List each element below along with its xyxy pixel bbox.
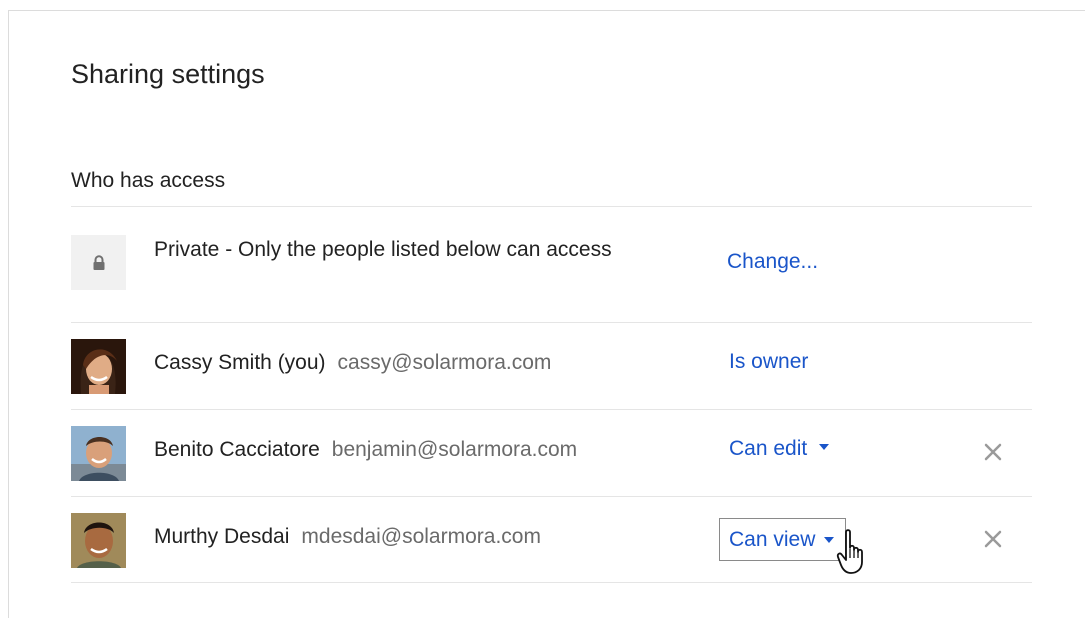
visibility-description: Private - Only the people listed below c… — [154, 238, 612, 261]
person-details: Murthy Desdai mdesdai@solarmora.com — [154, 525, 541, 549]
person-email: benjamin@solarmora.com — [331, 438, 578, 461]
permission-dropdown[interactable]: Can view — [719, 518, 847, 561]
person-name: Benito Cacciatore — [154, 438, 320, 461]
hand-cursor-icon — [836, 529, 863, 574]
person-details: Benito Cacciatore benjamin@solarmora.com — [154, 438, 577, 462]
owner-label: Is owner — [729, 350, 809, 373]
chevron-down-icon — [824, 537, 835, 543]
table-row: Benito Cacciatore benjamin@solarmora.com … — [71, 409, 1032, 496]
visibility-row: Private - Only the people listed below c… — [71, 206, 1032, 322]
person-email: cassy@solarmora.com — [337, 351, 552, 374]
remove-person-button[interactable] — [981, 527, 1005, 551]
close-icon — [984, 443, 1002, 461]
permission-label: Can view — [729, 527, 816, 551]
avatar — [71, 339, 126, 394]
permission-label: Can edit — [729, 437, 808, 460]
table-row: Cassy Smith (you) cassy@solarmora.com Is … — [71, 322, 1032, 409]
person-email: mdesdai@solarmora.com — [301, 525, 541, 548]
sharing-settings-dialog: Sharing settings Who has access Private … — [8, 10, 1085, 618]
who-has-access-label: Who has access — [71, 169, 226, 192]
person-name: Murthy Desdai — [154, 525, 290, 548]
permission-dropdown[interactable]: Can edit — [729, 437, 830, 461]
avatar — [71, 426, 126, 481]
close-icon — [984, 530, 1002, 548]
lock-icon — [71, 235, 126, 290]
remove-person-button[interactable] — [981, 440, 1005, 464]
person-details: Cassy Smith (you) cassy@solarmora.com — [154, 351, 551, 375]
dialog-title: Sharing settings — [71, 59, 265, 89]
change-visibility-link[interactable]: Change... — [727, 250, 818, 274]
chevron-down-icon — [819, 444, 830, 451]
table-row: Murthy Desdai mdesdai@solarmora.com Can v… — [71, 496, 1032, 583]
person-name: Cassy Smith (you) — [154, 351, 326, 374]
access-list: Private - Only the people listed below c… — [71, 206, 1032, 583]
avatar — [71, 513, 126, 568]
